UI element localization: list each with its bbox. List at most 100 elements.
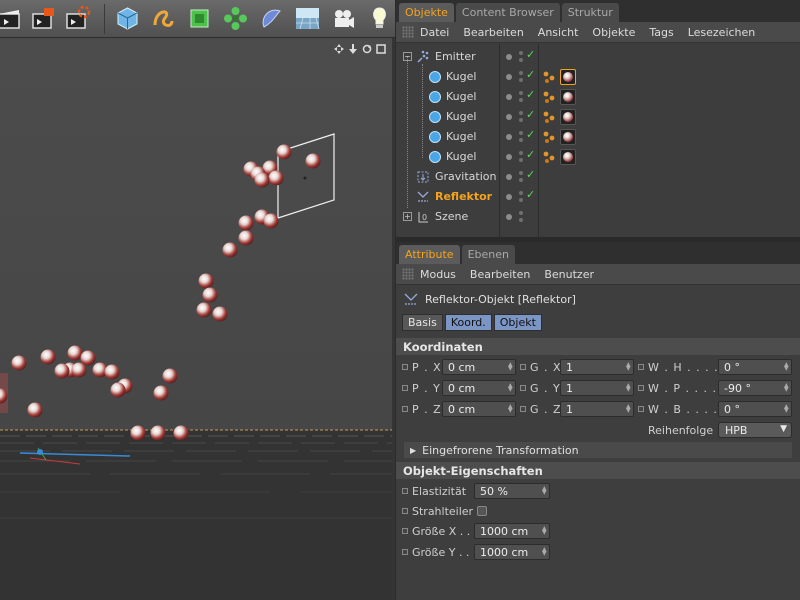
wb-field[interactable]: 0 ° ▲ ▼ bbox=[718, 401, 792, 417]
enabled-check-icon[interactable]: ✓ bbox=[526, 48, 535, 61]
tab-ebenen[interactable]: Ebenen bbox=[461, 245, 515, 264]
render-visibility-dot[interactable] bbox=[519, 78, 523, 82]
tree-row-kugel[interactable]: Kugel bbox=[396, 87, 800, 107]
visibility-dot[interactable] bbox=[506, 194, 512, 200]
render-view-icon[interactable] bbox=[28, 3, 59, 34]
keyframe-dot[interactable] bbox=[402, 488, 408, 494]
size-x-field[interactable]: 1000 cm ▲ ▼ bbox=[474, 523, 550, 539]
visibility-dot[interactable] bbox=[506, 54, 512, 60]
render-visibility-dot[interactable] bbox=[519, 218, 523, 222]
editor-visibility-dot[interactable] bbox=[519, 91, 523, 95]
menu-objekte[interactable]: Objekte bbox=[592, 26, 635, 39]
material-tag-icon[interactable] bbox=[560, 89, 576, 105]
tab-struktur[interactable]: Struktur bbox=[561, 3, 619, 22]
menu-bearbeiten[interactable]: Bearbeiten bbox=[463, 26, 523, 39]
tree-row-szene[interactable]: + 0 Szene bbox=[396, 207, 800, 227]
tab-attribute[interactable]: Attribute bbox=[399, 245, 460, 264]
spline-icon[interactable] bbox=[148, 3, 179, 34]
visibility-dot[interactable] bbox=[506, 74, 512, 80]
spinner-icon[interactable]: ▲ ▼ bbox=[784, 404, 789, 414]
editor-visibility-dot[interactable] bbox=[519, 171, 523, 175]
enabled-check-icon[interactable]: ✓ bbox=[526, 168, 535, 181]
tree-row-kugel[interactable]: Kugel bbox=[396, 67, 800, 87]
3d-viewport[interactable] bbox=[0, 40, 392, 600]
menu-ansicht[interactable]: Ansicht bbox=[538, 26, 579, 39]
wh-field[interactable]: 0 ° ▲ ▼ bbox=[718, 359, 792, 375]
visibility-dot[interactable] bbox=[506, 94, 512, 100]
tree-row-gravitation[interactable]: Gravitation bbox=[396, 167, 800, 187]
gx-field[interactable]: 1 ▲ ▼ bbox=[560, 359, 634, 375]
visibility-dot[interactable] bbox=[506, 114, 512, 120]
spinner-icon[interactable]: ▲ ▼ bbox=[626, 383, 631, 393]
render-settings-icon[interactable] bbox=[62, 3, 93, 34]
render-visibility-dot[interactable] bbox=[519, 198, 523, 202]
spinner-icon[interactable]: ▲ ▼ bbox=[542, 526, 547, 536]
editor-visibility-dot[interactable] bbox=[519, 71, 523, 75]
particle-tag-icon[interactable] bbox=[542, 110, 556, 124]
editor-visibility-dot[interactable] bbox=[519, 191, 523, 195]
visibility-dot[interactable] bbox=[506, 214, 512, 220]
gz-field[interactable]: 1 ▲ ▼ bbox=[560, 401, 634, 417]
keyframe-dot[interactable] bbox=[638, 406, 644, 412]
wp-field[interactable]: -90 ° ▲ ▼ bbox=[718, 380, 792, 396]
visibility-dot[interactable] bbox=[506, 154, 512, 160]
editor-visibility-dot[interactable] bbox=[519, 151, 523, 155]
editor-visibility-dot[interactable] bbox=[519, 211, 523, 215]
editor-visibility-dot[interactable] bbox=[519, 131, 523, 135]
py-field[interactable]: 0 cm ▲ ▼ bbox=[442, 380, 516, 396]
px-field[interactable]: 0 cm ▲ ▼ bbox=[442, 359, 516, 375]
menu-tags[interactable]: Tags bbox=[649, 26, 673, 39]
render-visibility-dot[interactable] bbox=[519, 98, 523, 102]
tab-basis[interactable]: Basis bbox=[402, 314, 443, 331]
menu-modus[interactable]: Modus bbox=[420, 268, 456, 281]
gy-field[interactable]: 1 ▲ ▼ bbox=[560, 380, 634, 396]
group-koordinaten[interactable]: Koordinaten bbox=[396, 338, 800, 355]
keyframe-dot[interactable] bbox=[638, 364, 644, 370]
tree-row-reflektor[interactable]: Reflektor bbox=[396, 187, 800, 207]
enabled-check-icon[interactable]: ✓ bbox=[526, 128, 535, 141]
clapper-board-icon[interactable] bbox=[0, 3, 25, 34]
enabled-check-icon[interactable]: ✓ bbox=[526, 188, 535, 201]
array-icon[interactable] bbox=[220, 3, 251, 34]
render-visibility-dot[interactable] bbox=[519, 118, 523, 122]
group-objekt-eigenschaften[interactable]: Objekt-Eigenschaften bbox=[396, 462, 800, 479]
spinner-icon[interactable]: ▲ ▼ bbox=[784, 362, 789, 372]
keyframe-dot[interactable] bbox=[402, 508, 408, 514]
spinner-icon[interactable]: ▲ ▼ bbox=[626, 362, 631, 372]
tab-koord[interactable]: Koord. bbox=[444, 314, 492, 331]
spinner-icon[interactable]: ▲ ▼ bbox=[626, 404, 631, 414]
keyframe-dot[interactable] bbox=[638, 385, 644, 391]
menu-datei[interactable]: Datei bbox=[420, 26, 449, 39]
tree-row-kugel[interactable]: Kugel bbox=[396, 107, 800, 127]
floor-icon[interactable] bbox=[292, 3, 323, 34]
render-visibility-dot[interactable] bbox=[519, 158, 523, 162]
visibility-dot[interactable] bbox=[506, 134, 512, 140]
tab-objekt[interactable]: Objekt bbox=[493, 314, 542, 331]
render-visibility-dot[interactable] bbox=[519, 138, 523, 142]
expand-icon[interactable]: + bbox=[403, 212, 412, 221]
particle-tag-icon[interactable] bbox=[542, 150, 556, 164]
splitter-checkbox[interactable] bbox=[477, 506, 488, 516]
particle-tag-icon[interactable] bbox=[542, 70, 556, 84]
spinner-icon[interactable]: ▲ ▼ bbox=[542, 486, 547, 496]
keyframe-dot[interactable] bbox=[520, 364, 526, 370]
spinner-icon[interactable]: ▲ ▼ bbox=[542, 547, 547, 557]
spinner-icon[interactable]: ▲ ▼ bbox=[784, 383, 789, 393]
pz-field[interactable]: 0 cm ▲ ▼ bbox=[442, 401, 516, 417]
editor-visibility-dot[interactable] bbox=[519, 51, 523, 55]
material-tag-icon[interactable] bbox=[560, 129, 576, 145]
frozen-transform-toggle[interactable]: ▶ Eingefrorene Transformation bbox=[404, 442, 792, 458]
material-tag-icon[interactable] bbox=[560, 149, 576, 165]
render-visibility-dot[interactable] bbox=[519, 178, 523, 182]
material-tag-icon[interactable] bbox=[560, 109, 576, 125]
menu-bearbeiten[interactable]: Bearbeiten bbox=[470, 268, 530, 281]
render-visibility-dot[interactable] bbox=[519, 58, 523, 62]
keyframe-dot[interactable] bbox=[402, 364, 408, 370]
keyframe-dot[interactable] bbox=[402, 549, 408, 555]
tree-row-emitter[interactable]: − Emitter bbox=[396, 47, 800, 67]
particle-tag-icon[interactable] bbox=[542, 130, 556, 144]
particle-tag-icon[interactable] bbox=[542, 90, 556, 104]
keyframe-dot[interactable] bbox=[402, 385, 408, 391]
editor-visibility-dot[interactable] bbox=[519, 111, 523, 115]
collapse-icon[interactable]: − bbox=[403, 52, 412, 61]
